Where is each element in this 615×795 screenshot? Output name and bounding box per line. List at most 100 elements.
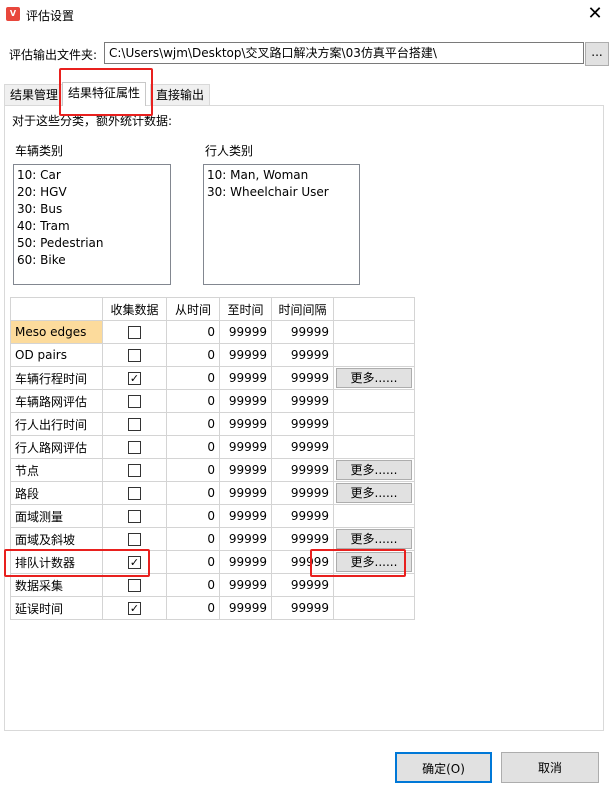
from-time-cell[interactable]: 0	[166, 389, 220, 413]
from-time-cell[interactable]: 0	[166, 573, 220, 597]
list-item[interactable]: 30: Wheelchair User	[207, 184, 356, 201]
header-interval: 时间间隔	[271, 297, 334, 321]
header-more	[333, 297, 415, 321]
interval-cell[interactable]: 99999	[271, 320, 334, 344]
collect-data-checkbox[interactable]	[128, 579, 141, 592]
collect-data-checkbox[interactable]	[128, 533, 141, 546]
row-name: 车辆路网评估	[10, 389, 103, 413]
to-time-cell[interactable]: 99999	[219, 412, 272, 436]
cancel-button[interactable]: 取消	[501, 752, 599, 783]
header-name	[10, 297, 103, 321]
from-time-cell[interactable]: 0	[166, 412, 220, 436]
interval-cell[interactable]: 99999	[271, 481, 334, 505]
to-time-cell[interactable]: 99999	[219, 389, 272, 413]
header-to: 至时间	[219, 297, 272, 321]
list-item[interactable]: 30: Bus	[17, 201, 167, 218]
annotation-box-queue-counter	[4, 549, 150, 577]
to-time-cell[interactable]: 99999	[219, 481, 272, 505]
interval-cell[interactable]: 99999	[271, 458, 334, 482]
interval-cell[interactable]: 99999	[271, 366, 334, 390]
browse-button[interactable]: ...	[585, 42, 609, 66]
collect-data-cell	[102, 412, 167, 436]
list-item[interactable]: 60: Bike	[17, 252, 167, 269]
collect-data-checkbox[interactable]	[128, 349, 141, 362]
list-item[interactable]: 10: Car	[17, 167, 167, 184]
to-time-cell[interactable]: 99999	[219, 320, 272, 344]
table-row: Meso edges 0 99999 99999	[10, 320, 415, 344]
annotation-box-more	[310, 549, 406, 577]
to-time-cell[interactable]: 99999	[219, 435, 272, 459]
vehicle-classes-list[interactable]: 10: Car 20: HGV 30: Bus 40: Tram 50: Ped…	[13, 164, 171, 285]
tab-result-attributes[interactable]: 结果特征属性	[62, 82, 147, 106]
collect-data-checkbox[interactable]	[128, 487, 141, 500]
output-folder-input[interactable]: C:\Users\wjm\Desktop\交叉路口解决方案\03仿真平台搭建\	[104, 42, 584, 64]
from-time-cell[interactable]: 0	[166, 435, 220, 459]
interval-cell[interactable]: 99999	[271, 435, 334, 459]
to-time-cell[interactable]: 99999	[219, 527, 272, 551]
more-button[interactable]: 更多......	[336, 529, 412, 549]
from-time-cell[interactable]: 0	[166, 366, 220, 390]
collect-data-checkbox[interactable]	[128, 395, 141, 408]
from-time-cell[interactable]: 0	[166, 343, 220, 367]
to-time-cell[interactable]: 99999	[219, 343, 272, 367]
table-row: 车辆行程时间 ✓ 0 99999 99999 更多......	[10, 366, 415, 390]
from-time-cell[interactable]: 0	[166, 504, 220, 528]
interval-cell[interactable]: 99999	[271, 343, 334, 367]
more-button[interactable]: 更多......	[336, 368, 412, 388]
to-time-cell[interactable]: 99999	[219, 504, 272, 528]
from-time-cell[interactable]: 0	[166, 596, 220, 620]
vehicle-classes-label: 车辆类别	[15, 144, 64, 158]
app-icon: V	[6, 7, 20, 21]
close-icon[interactable]: ✕	[585, 4, 605, 24]
table-row: OD pairs 0 99999 99999	[10, 343, 415, 367]
table-row: 行人出行时间 0 99999 99999	[10, 412, 415, 436]
collect-data-checkbox[interactable]: ✓	[128, 372, 141, 385]
check-mark-icon: ✓	[129, 372, 140, 385]
more-cell	[333, 343, 415, 367]
header-from: 从时间	[166, 297, 220, 321]
to-time-cell[interactable]: 99999	[219, 366, 272, 390]
list-item[interactable]: 20: HGV	[17, 184, 167, 201]
collect-data-checkbox[interactable]	[128, 418, 141, 431]
interval-cell[interactable]: 99999	[271, 412, 334, 436]
row-name: 行人出行时间	[10, 412, 103, 436]
row-name: OD pairs	[10, 343, 103, 367]
to-time-cell[interactable]: 99999	[219, 596, 272, 620]
from-time-cell[interactable]: 0	[166, 458, 220, 482]
interval-cell[interactable]: 99999	[271, 527, 334, 551]
more-cell	[333, 389, 415, 413]
from-time-cell[interactable]: 0	[166, 527, 220, 551]
list-item[interactable]: 40: Tram	[17, 218, 167, 235]
more-cell	[333, 504, 415, 528]
interval-cell[interactable]: 99999	[271, 596, 334, 620]
row-name: Meso edges	[10, 320, 103, 344]
more-button[interactable]: 更多......	[336, 460, 412, 480]
collect-data-cell	[102, 458, 167, 482]
tab-result-management[interactable]: 结果管理	[4, 84, 65, 105]
interval-cell[interactable]: 99999	[271, 389, 334, 413]
header-collect: 收集数据	[102, 297, 167, 321]
more-cell: 更多......	[333, 527, 415, 551]
collect-data-cell	[102, 481, 167, 505]
to-time-cell[interactable]: 99999	[219, 550, 272, 574]
pedestrian-classes-list[interactable]: 10: Man, Woman 30: Wheelchair User	[203, 164, 360, 285]
from-time-cell[interactable]: 0	[166, 320, 220, 344]
collect-data-checkbox[interactable]: ✓	[128, 602, 141, 615]
table-row: 延误时间 ✓ 0 99999 99999	[10, 596, 415, 620]
pedestrian-classes-label: 行人类别	[205, 144, 254, 158]
collect-data-checkbox[interactable]	[128, 326, 141, 339]
tab-direct-output[interactable]: 直接输出	[150, 84, 211, 105]
list-item[interactable]: 10: Man, Woman	[207, 167, 356, 184]
collect-data-checkbox[interactable]	[128, 441, 141, 454]
interval-cell[interactable]: 99999	[271, 504, 334, 528]
list-item[interactable]: 50: Pedestrian	[17, 235, 167, 252]
more-button[interactable]: 更多......	[336, 483, 412, 503]
collect-data-checkbox[interactable]	[128, 464, 141, 477]
ok-button[interactable]: 确定(O)	[395, 752, 492, 783]
from-time-cell[interactable]: 0	[166, 550, 220, 574]
to-time-cell[interactable]: 99999	[219, 458, 272, 482]
to-time-cell[interactable]: 99999	[219, 573, 272, 597]
collect-data-checkbox[interactable]	[128, 510, 141, 523]
window-title: 评估设置	[26, 9, 75, 23]
from-time-cell[interactable]: 0	[166, 481, 220, 505]
